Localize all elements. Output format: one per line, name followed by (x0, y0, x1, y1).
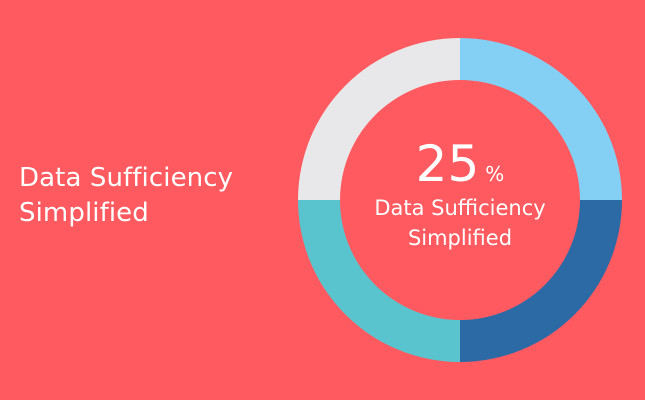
center-percentage-unit: % (485, 162, 505, 186)
slide-canvas: Data Sufficiency Simplified 25% Data Suf… (0, 0, 645, 400)
center-percentage: 25% (340, 135, 580, 193)
donut-center-text: 25% Data Sufficiency Simplified (340, 135, 580, 253)
center-label-line-1: Data Sufficiency (374, 196, 546, 220)
center-label-line-2: Simplified (407, 226, 513, 250)
center-percentage-value: 25 (415, 135, 480, 193)
